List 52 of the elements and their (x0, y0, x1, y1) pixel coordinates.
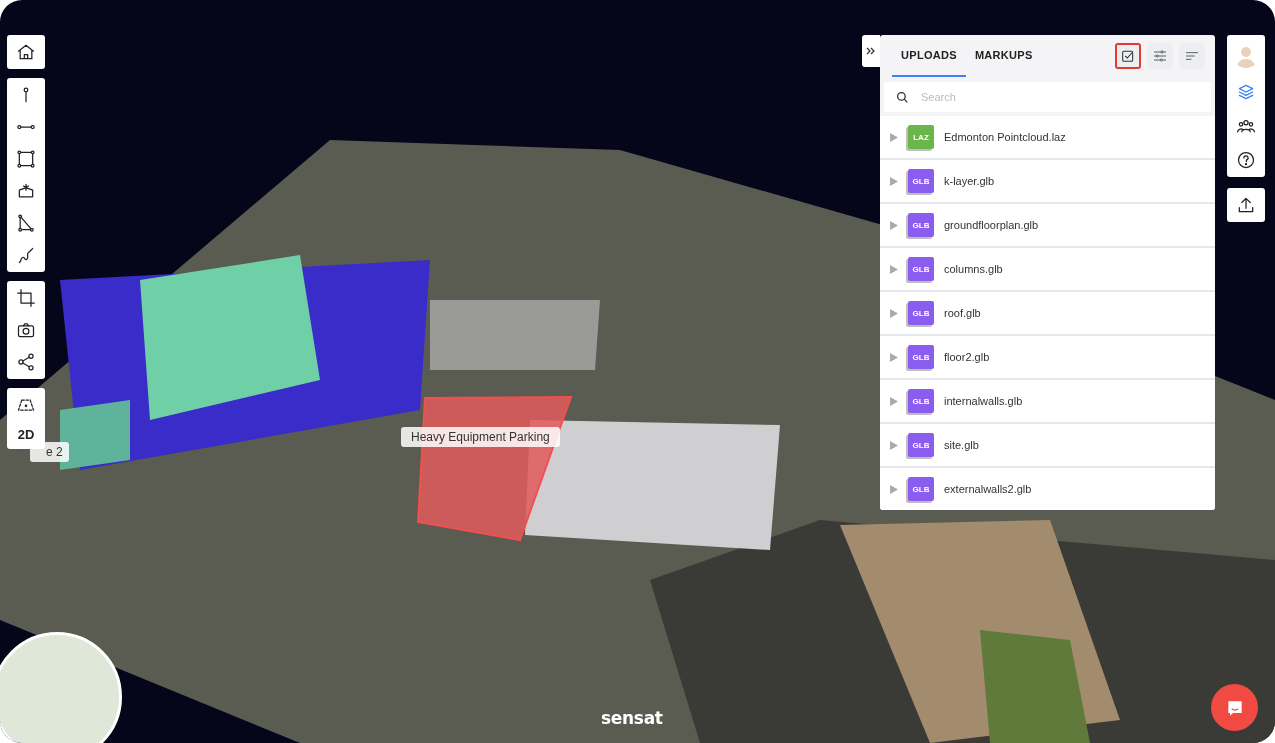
camera-icon[interactable] (16, 320, 36, 340)
file-row[interactable]: GLB columns.glb (880, 248, 1215, 290)
search-field[interactable]: Search (884, 82, 1211, 112)
file-name: roof.glb (944, 307, 981, 319)
search-icon (896, 90, 909, 104)
file-name: floor2.glb (944, 351, 990, 363)
filter-button[interactable] (1147, 43, 1173, 69)
file-name: internalwalls.glb (944, 395, 1023, 407)
home-icon[interactable] (16, 42, 36, 62)
layers-icon[interactable] (1236, 82, 1256, 102)
file-name: columns.glb (944, 263, 1003, 275)
markup-label[interactable]: Heavy Equipment Parking (401, 427, 560, 447)
freehand-icon[interactable] (16, 245, 36, 265)
logo: sensat (601, 708, 663, 728)
tab[interactable]: UPLOADS (892, 35, 966, 77)
select-button[interactable] (1115, 43, 1141, 69)
file-name: Edmonton Pointcloud.laz (944, 131, 1066, 143)
file-type-badge: GLB (908, 345, 934, 369)
file-row[interactable]: GLB site.glb (880, 424, 1215, 466)
file-row[interactable]: GLB floor2.glb (880, 336, 1215, 378)
file-name: externalwalls2.glb (944, 483, 1032, 495)
view-mode-button[interactable]: 2D (17, 427, 35, 442)
tab[interactable]: MARKUPS (965, 35, 1042, 77)
crop-icon[interactable] (16, 288, 36, 308)
sliders-icon (1152, 48, 1168, 64)
file-type-badge: GLB (908, 213, 934, 237)
help-icon[interactable] (1236, 150, 1256, 170)
file-name: k-layer.glb (944, 175, 995, 187)
file-row[interactable]: GLB externalwalls2.glb (880, 468, 1215, 510)
share-icon[interactable] (16, 352, 36, 372)
checkbox-icon (1120, 48, 1136, 64)
double-chevron-icon (866, 46, 876, 56)
angle-icon[interactable] (16, 213, 36, 233)
file-row[interactable]: GLB internalwalls.glb (880, 380, 1215, 422)
file-name: groundfloorplan.glb (944, 219, 1039, 231)
file-type-badge: GLB (908, 477, 934, 501)
file-row[interactable]: GLB groundfloorplan.glb (880, 204, 1215, 246)
file-name: site.glb (944, 439, 979, 451)
file-type-badge: GLB (908, 433, 934, 457)
file-type-badge: GLB (908, 169, 934, 193)
search-input[interactable]: Search (919, 90, 1173, 104)
expand-button[interactable] (862, 35, 880, 67)
upload-icon[interactable] (1236, 195, 1256, 215)
file-row[interactable]: LAZ Edmonton Pointcloud.laz (880, 116, 1215, 158)
file-row[interactable]: GLB roof.glb (880, 292, 1215, 334)
file-type-badge: GLB (908, 389, 934, 413)
file-type-badge: LAZ (908, 125, 934, 149)
rectangle-icon[interactable] (16, 149, 36, 169)
file-type-badge: GLB (908, 257, 934, 281)
file-type-badge: GLB (908, 301, 934, 325)
file-row[interactable]: GLB k-layer.glb (880, 160, 1215, 202)
sort-button[interactable] (1179, 43, 1205, 69)
